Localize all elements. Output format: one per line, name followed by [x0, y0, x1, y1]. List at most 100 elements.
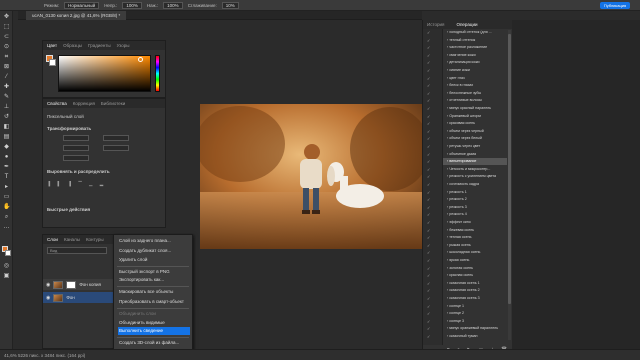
actions-scrollbar[interactable]: [508, 30, 511, 340]
action-item[interactable]: › частотное разложение: [443, 44, 507, 51]
screen-mode-icon[interactable]: ▣: [3, 273, 10, 280]
action-toggle-check-icon[interactable]: ✓: [427, 196, 433, 203]
color-picker-cursor[interactable]: [138, 57, 143, 62]
action-toggle-check-icon[interactable]: ✓: [427, 59, 433, 66]
action-item[interactable]: › резкость 1: [443, 189, 507, 196]
frame-tool-icon[interactable]: ⊠: [3, 64, 10, 71]
action-item[interactable]: › сказочная осень 3: [443, 295, 507, 302]
tab-layers[interactable]: Слои: [47, 237, 58, 242]
action-item[interactable]: › отчетливые волосы: [443, 97, 507, 104]
action-toggle-check-icon[interactable]: ✓: [427, 158, 433, 165]
blur-tool-icon[interactable]: ◆: [3, 144, 10, 151]
flow-field[interactable]: 100%: [163, 1, 183, 9]
tab-properties[interactable]: Свойства: [47, 101, 67, 106]
action-toggle-check-icon[interactable]: ✓: [427, 67, 433, 74]
ctx-delete-layer[interactable]: Удалить слой: [118, 256, 190, 264]
action-item[interactable]: › красивая осень: [443, 120, 507, 127]
action-item[interactable]: › объем через белый: [443, 135, 507, 142]
ctx-layer-from-background[interactable]: Слой из заднего плана...: [118, 237, 190, 245]
align-section-title[interactable]: Выровнять и распределить: [47, 169, 110, 174]
action-toggle-check-icon[interactable]: ✓: [427, 37, 433, 44]
tab-libraries[interactable]: Библиотеки: [101, 101, 125, 106]
action-item[interactable]: › детализация кожи: [443, 59, 507, 66]
type-tool-icon[interactable]: T: [3, 174, 10, 181]
quick-actions-section-title[interactable]: Быстрые действия: [47, 207, 90, 212]
y-field[interactable]: [103, 145, 129, 151]
action-toggle-check-icon[interactable]: ✓: [427, 82, 433, 89]
tab-actions[interactable]: Операции: [456, 22, 477, 27]
ctx-duplicate-layer[interactable]: Создать дубликат слоя...: [118, 247, 190, 255]
smoothing-field[interactable]: 10%: [221, 1, 239, 9]
hand-tool-icon[interactable]: ✋: [3, 204, 10, 211]
action-toggle-check-icon[interactable]: ✓: [427, 105, 433, 112]
ctx-export-as[interactable]: Экспортировать как...: [118, 276, 190, 284]
action-item[interactable]: › цвет глаз: [443, 75, 507, 82]
visibility-eye-icon[interactable]: ◉: [46, 282, 50, 288]
action-toggle-check-icon[interactable]: ✓: [427, 204, 433, 211]
action-toggle-check-icon[interactable]: ✓: [427, 272, 433, 279]
action-item[interactable]: › рыжая осень: [443, 242, 507, 249]
action-toggle-check-icon[interactable]: ✓: [427, 333, 433, 340]
action-item[interactable]: › виньетирование: [443, 158, 507, 166]
action-item[interactable]: › сияние кожи: [443, 67, 507, 74]
action-toggle-check-icon[interactable]: ✓: [427, 173, 433, 180]
action-item[interactable]: › Оранжевый шторм: [443, 113, 507, 120]
action-item[interactable]: › ретушь через цвет: [443, 143, 507, 150]
gradient-tool-icon[interactable]: ▤: [3, 134, 10, 141]
action-toggle-check-icon[interactable]: ✓: [427, 257, 433, 264]
x-field[interactable]: [63, 145, 89, 151]
eraser-tool-icon[interactable]: ◧: [3, 124, 10, 131]
action-toggle-check-icon[interactable]: ✓: [427, 211, 433, 218]
move-tool-icon[interactable]: ✥: [3, 14, 10, 21]
action-item[interactable]: › резкость 3: [443, 204, 507, 211]
action-toggle-check-icon[interactable]: ✓: [427, 44, 433, 51]
mode-select[interactable]: Нормальный: [64, 1, 100, 9]
action-item[interactable]: › бежевая осень: [443, 227, 507, 234]
tab-channels[interactable]: Каналы: [64, 237, 80, 242]
action-toggle-check-icon[interactable]: ✓: [427, 318, 433, 325]
ctx-merge-visible[interactable]: Объединить видимые: [118, 319, 190, 327]
action-toggle-check-icon[interactable]: ✓: [427, 75, 433, 82]
eyedropper-tool-icon[interactable]: ⁄: [3, 74, 10, 81]
crop-tool-icon[interactable]: ⌗: [3, 54, 10, 61]
tab-color[interactable]: Цвет: [47, 43, 57, 48]
action-toggle-check-icon[interactable]: ✓: [427, 242, 433, 249]
ctx-quick-export-png[interactable]: Быстрый экспорт в PNG: [118, 268, 190, 276]
panel-background-swatch[interactable]: [49, 59, 56, 66]
rectangle-tool-icon[interactable]: ▭: [3, 194, 10, 201]
tab-paths[interactable]: Контуры: [86, 237, 104, 242]
hue-slider[interactable]: [155, 55, 160, 92]
action-item[interactable]: › красная осень: [443, 272, 507, 279]
action-toggle-check-icon[interactable]: ✓: [427, 151, 433, 158]
background-color-swatch[interactable]: [5, 250, 11, 256]
action-item[interactable]: › резкость с усилением цвета: [443, 173, 507, 180]
ctx-flatten-image[interactable]: Выполнить сведение: [118, 327, 190, 335]
action-toggle-check-icon[interactable]: ✓: [427, 287, 433, 294]
action-item[interactable]: › теплый оттенок: [443, 37, 507, 44]
quick-select-tool-icon[interactable]: ⊙: [3, 44, 10, 51]
action-item[interactable]: › золотая осень: [443, 265, 507, 272]
action-item[interactable]: › резкость 4: [443, 211, 507, 218]
action-item[interactable]: › сказочная осень 2: [443, 287, 507, 294]
action-toggle-check-icon[interactable]: ✓: [427, 113, 433, 120]
action-toggle-check-icon[interactable]: ✓: [427, 310, 433, 317]
action-toggle-check-icon[interactable]: ✓: [427, 52, 433, 59]
history-brush-tool-icon[interactable]: ↺: [3, 114, 10, 121]
zoom-tool-icon[interactable]: ⌕: [3, 214, 10, 221]
angle-field[interactable]: [63, 155, 89, 161]
action-item[interactable]: › белоснежные зубы: [443, 90, 507, 97]
action-toggle-check-icon[interactable]: ✓: [427, 90, 433, 97]
align-buttons[interactable]: ▐ ▌ ▐ ▔ ▁ ▂: [47, 181, 106, 187]
action-item[interactable]: › минус красный паралель: [443, 105, 507, 112]
action-item[interactable]: › Четкость и микроконтр...: [443, 166, 507, 173]
action-item[interactable]: › объем через черный: [443, 128, 507, 135]
publish-button[interactable]: Публикация: [600, 2, 630, 9]
height-field[interactable]: [103, 135, 129, 141]
ctx-new-3d-layer[interactable]: Создать 3D-слой из файла...: [118, 339, 190, 347]
marquee-tool-icon[interactable]: ⬚: [3, 24, 10, 31]
pen-tool-icon[interactable]: ✒: [3, 164, 10, 171]
opacity-field[interactable]: 100%: [122, 1, 142, 9]
action-toggle-check-icon[interactable]: ✓: [427, 166, 433, 173]
tab-adjustments[interactable]: Коррекция: [73, 101, 95, 106]
tab-gradients[interactable]: Градиенты: [88, 43, 111, 48]
